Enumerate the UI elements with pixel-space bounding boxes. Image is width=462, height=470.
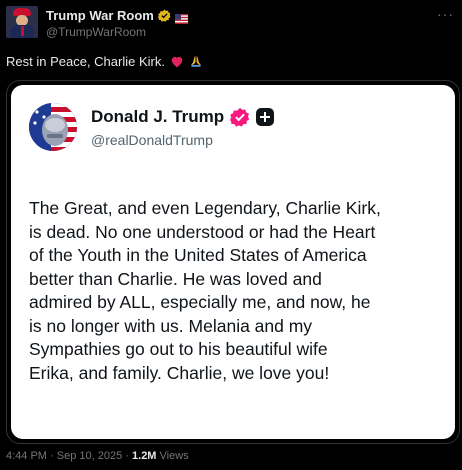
embedded-avatar	[29, 103, 77, 151]
verified-badge-icon	[230, 107, 250, 127]
views-count: 1.2M	[132, 450, 157, 462]
meta-separator: ·	[125, 450, 129, 462]
tweet-time[interactable]: 4:44 PM	[6, 450, 47, 462]
embedded-post-card: Donald J. Trump @realDonaldTrump The Gre…	[11, 85, 455, 439]
meta-separator: ·	[50, 450, 54, 462]
tweet-text: Rest in Peace, Charlie Kirk.	[6, 54, 203, 69]
tweet-header: Trump War Room @TrumpWarRoom ···	[6, 6, 456, 40]
folded-hands-icon	[189, 55, 203, 68]
tweet-text-content: Rest in Peace, Charlie Kirk.	[6, 54, 165, 69]
flag-icon	[174, 11, 188, 24]
more-options-icon[interactable]: ···	[437, 6, 454, 22]
author-handle[interactable]: @TrumpWarRoom	[46, 25, 146, 39]
avatar[interactable]	[6, 6, 38, 38]
tweet-date[interactable]: Sep 10, 2025	[57, 450, 122, 462]
tweet-meta: 4:44 PM · Sep 10, 2025 · 1.2M Views	[6, 450, 189, 462]
embedded-post-body: The Great, and even Legendary, Charlie K…	[29, 198, 381, 383]
red-heart-icon	[170, 55, 184, 68]
embedded-author-handle: @realDonaldTrump	[91, 132, 213, 148]
tie-shape	[21, 26, 24, 36]
tweet-image[interactable]: Donald J. Trump @realDonaldTrump The Gre…	[6, 80, 460, 444]
verified-gold-icon	[157, 9, 171, 22]
views-label: Views	[159, 450, 189, 462]
author-display-name[interactable]: Trump War Room	[46, 8, 154, 23]
plus-badge-icon	[256, 108, 275, 126]
author-name-line: Trump War Room	[46, 8, 188, 24]
embedded-author-name: Donald J. Trump	[91, 107, 225, 126]
embedded-author-line: Donald J. Trump	[91, 107, 275, 127]
